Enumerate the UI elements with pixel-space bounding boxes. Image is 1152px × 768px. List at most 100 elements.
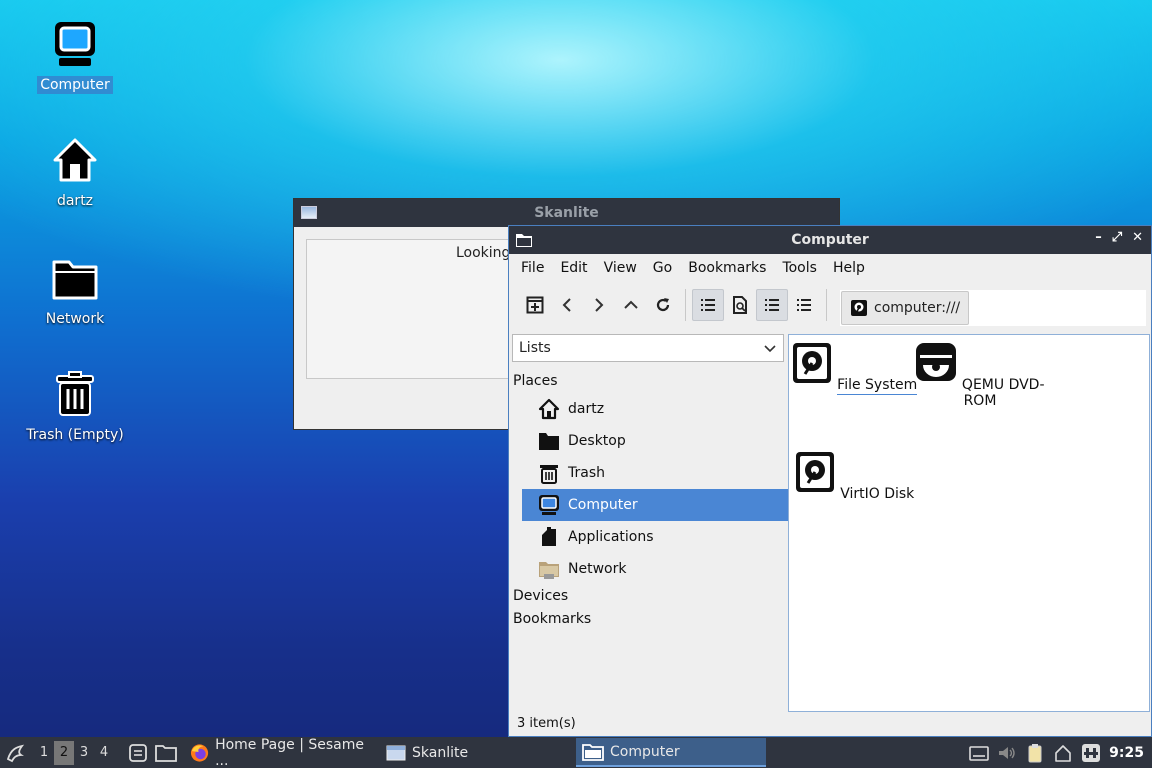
harddisk-icon (792, 343, 831, 383)
toolbar-separator (826, 289, 827, 321)
applications-icon (542, 527, 556, 546)
reload-button[interactable] (647, 289, 679, 321)
side-pane: Places dartz Desktop Trash Computer Appl… (512, 370, 788, 631)
minimize-button[interactable]: – (1095, 230, 1102, 245)
harddisk-icon (795, 452, 834, 492)
menu-help[interactable]: Help (825, 260, 873, 276)
window-icon (301, 206, 317, 219)
file-item-label: File System (837, 377, 918, 395)
task-browser[interactable]: Home Page | Sesame ... (184, 736, 380, 768)
file-manager-titlebar[interactable]: Computer – ⤢ ✕ (509, 226, 1151, 254)
file-manager-launcher[interactable] (152, 743, 180, 763)
sidebar-item-home[interactable]: dartz (522, 393, 788, 425)
clipboard-icon[interactable] (1025, 743, 1045, 763)
skanlite-status-text: Looking (456, 245, 511, 261)
section-header-bookmarks[interactable]: Bookmarks (512, 608, 788, 631)
workspace-3[interactable]: 3 (74, 741, 94, 765)
new-tab-button[interactable] (519, 289, 551, 321)
sidebar-item-desktop[interactable]: Desktop (522, 425, 788, 457)
home-icon (538, 398, 560, 420)
window-list-icon (129, 743, 147, 762)
desktop-icon-label: Computer (37, 76, 113, 94)
file-item-virtio-disk[interactable]: VirtIO Disk (789, 450, 919, 502)
side-pane-toggle-button[interactable] (692, 289, 724, 321)
sidebar-item-label: Applications (568, 529, 654, 545)
file-item-file-system[interactable]: File System (789, 341, 919, 395)
section-header-places[interactable]: Places (512, 370, 788, 393)
window-title: Computer (791, 232, 869, 248)
file-item-label: VirtIO Disk (840, 486, 915, 502)
section-header-devices[interactable]: Devices (512, 585, 788, 608)
chevron-up-icon (624, 300, 638, 309)
sidebar-item-label: Desktop (568, 433, 626, 449)
file-item-qemu-dvd-rom[interactable]: QEMU DVD-ROM (915, 341, 1045, 409)
sidebar-item-trash[interactable]: Trash (522, 457, 788, 489)
workspace-2[interactable]: 2 (54, 740, 74, 765)
side-pane-mode-select[interactable]: Lists (512, 334, 784, 362)
sidebar-item-label: dartz (568, 401, 605, 417)
clock[interactable]: 9:25 (1109, 745, 1144, 761)
list-icon (701, 299, 715, 311)
path-bar: computer:/// (840, 290, 1146, 326)
side-pane-mode-value: Lists (519, 340, 551, 356)
home-outline-icon[interactable] (1053, 743, 1073, 763)
trash-icon (56, 371, 94, 416)
menu-bar: File Edit View Go Bookmarks Tools Help (509, 254, 1151, 282)
list-icon (765, 299, 779, 311)
close-button[interactable]: ✕ (1132, 230, 1143, 245)
back-button[interactable] (551, 289, 583, 321)
path-button-computer[interactable]: computer:/// (841, 291, 970, 325)
workspace-4[interactable]: 4 (94, 741, 114, 765)
desktop-icon-network[interactable]: Network (20, 254, 130, 328)
drive-icon (851, 300, 867, 316)
sidebar-item-label: Computer (568, 497, 638, 513)
file-search-icon (733, 296, 747, 314)
task-skanlite[interactable]: Skanlite (380, 738, 576, 767)
chevron-right-icon (595, 298, 604, 312)
task-label: Skanlite (412, 744, 469, 761)
workspace-1[interactable]: 1 (34, 741, 54, 765)
menu-tools[interactable]: Tools (774, 260, 825, 276)
folder-icon (516, 234, 532, 247)
reload-icon (656, 298, 670, 312)
menu-bookmarks[interactable]: Bookmarks (680, 260, 774, 276)
status-bar-text: 3 item(s) (517, 716, 576, 731)
menu-view[interactable]: View (596, 260, 645, 276)
maximize-button[interactable]: ⤢ (1112, 230, 1122, 245)
task-label: Home Page | Sesame ... (215, 736, 364, 768)
sidebar-item-network[interactable]: Network (522, 553, 788, 585)
show-desktop-button[interactable] (124, 743, 152, 763)
desktop-icon-home[interactable]: dartz (20, 136, 130, 210)
forward-button[interactable] (583, 289, 615, 321)
menu-go[interactable]: Go (645, 260, 680, 276)
path-text: computer:/// (874, 300, 961, 316)
volume-icon[interactable] (997, 743, 1017, 763)
keyboard-layout-icon[interactable] (969, 743, 989, 763)
new-tab-icon (526, 296, 544, 314)
up-button[interactable] (615, 289, 647, 321)
start-menu-button[interactable] (0, 743, 30, 763)
taskbar: 1 2 3 4 Home Page | Sesame ... Skanlite … (0, 737, 1152, 768)
menu-file[interactable]: File (513, 260, 552, 276)
sidebar-item-computer[interactable]: Computer (522, 489, 788, 521)
desktop-icon-label: dartz (56, 193, 94, 209)
skanlite-titlebar[interactable]: Skanlite (294, 199, 839, 227)
skanlite-icon (386, 745, 406, 760)
sidebar-item-label: Trash (568, 465, 605, 481)
network-manager-icon[interactable] (1081, 743, 1101, 763)
sidebar-item-applications[interactable]: Applications (522, 521, 788, 553)
desktop-icon-trash[interactable]: Trash (Empty) (20, 370, 130, 444)
optical-drive-icon (916, 343, 957, 381)
detailed-view-button[interactable] (756, 289, 788, 321)
menu-edit[interactable]: Edit (552, 260, 595, 276)
folder-icon (539, 433, 559, 450)
folder-icon (155, 744, 177, 762)
file-manager-window[interactable]: Computer – ⤢ ✕ File Edit View Go Bookmar… (508, 225, 1152, 737)
compact-view-button[interactable] (788, 289, 820, 321)
sidebar-item-label: Network (568, 561, 627, 577)
chevron-left-icon (562, 298, 571, 312)
desktop-icon-computer[interactable]: Computer (20, 20, 130, 94)
search-files-button[interactable] (724, 289, 756, 321)
folder-view[interactable]: File System QEMU DVD-ROM VirtIO Disk (788, 334, 1150, 712)
task-computer[interactable]: Computer (576, 738, 766, 767)
